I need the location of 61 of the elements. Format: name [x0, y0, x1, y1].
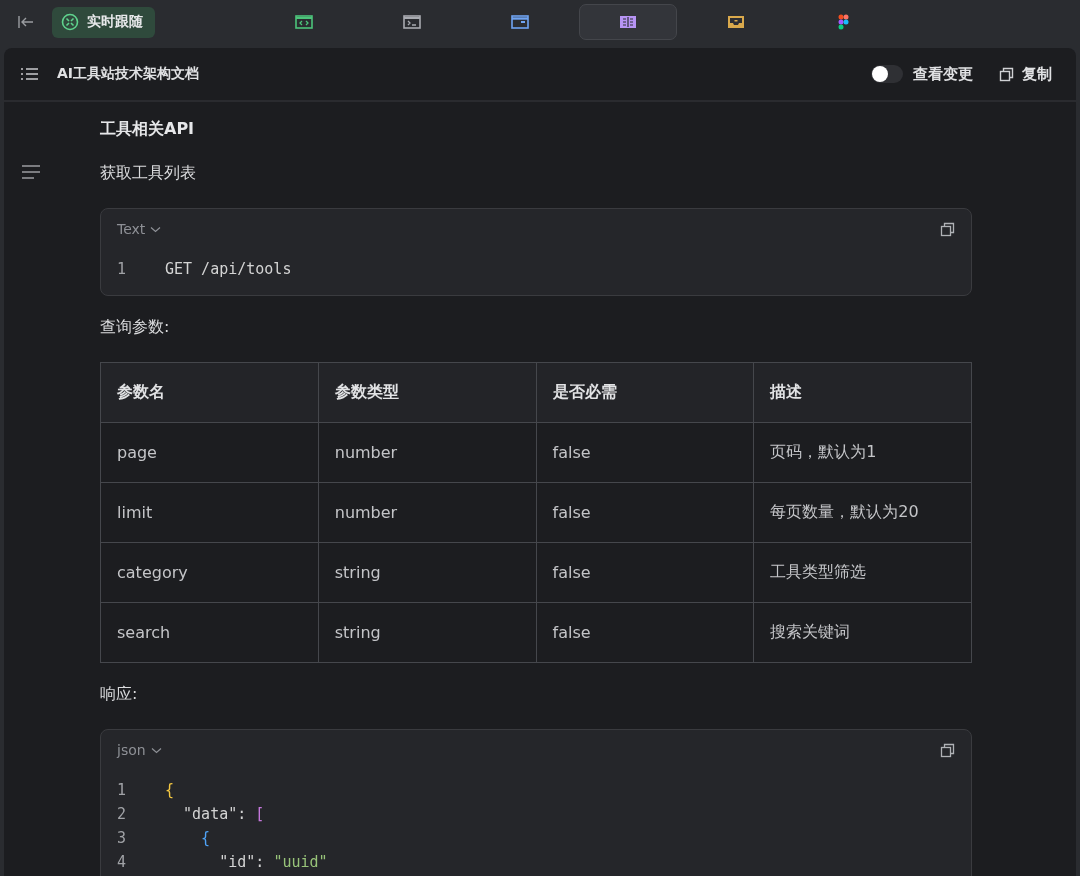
code-token: "uuid": [273, 853, 328, 871]
table-cell: false: [536, 602, 754, 663]
copy-icon: [940, 221, 955, 237]
code-token: "data":: [182, 805, 248, 823]
view-changes-toggle[interactable]: [871, 65, 903, 83]
document-title: AI工具站技术架构文档: [57, 65, 200, 83]
line-number: 3: [117, 828, 128, 849]
table-cell: 工具类型筛选: [753, 542, 972, 603]
code-window-icon: [295, 14, 313, 30]
toolbar-tab[interactable]: [579, 4, 677, 40]
table-cell: number: [318, 422, 536, 483]
chevron-down-icon: [150, 225, 162, 233]
table-cell: 每页数量，默认为20: [753, 482, 972, 543]
language-selector[interactable]: json: [117, 742, 162, 758]
code-token: [: [255, 805, 265, 823]
outline-icon[interactable]: [21, 165, 41, 179]
column-header: 是否必需: [536, 362, 754, 423]
subsection-heading: 获取工具列表: [100, 162, 197, 184]
follow-button[interactable]: 实时跟随: [52, 6, 155, 38]
document-icon: [619, 14, 637, 30]
window-icon: [511, 14, 529, 30]
code-token: {: [165, 781, 175, 799]
table-cell: number: [318, 482, 536, 543]
table-cell: false: [536, 542, 754, 603]
table-cell: limit: [100, 482, 319, 543]
table-cell: false: [536, 422, 754, 483]
copy-button[interactable]: 复制: [999, 64, 1052, 84]
line-number: 1: [117, 780, 128, 801]
table-cell: 搜索关键词: [753, 602, 972, 663]
table-cell: 页码，默认为1: [753, 422, 972, 483]
column-header: 参数名: [100, 362, 319, 423]
table-cell: category: [100, 542, 319, 603]
crosshair-icon: [61, 13, 79, 31]
table-cell: page: [100, 422, 319, 483]
table-cell: string: [318, 602, 536, 663]
terminal-icon: [403, 14, 421, 30]
menu-button[interactable]: [20, 66, 39, 82]
copy-code-button[interactable]: [940, 742, 955, 758]
code-token: GET /api/tools: [165, 260, 292, 278]
line-number: 2: [117, 804, 128, 825]
copy-icon: [940, 742, 955, 758]
table-cell: string: [318, 542, 536, 603]
tray-icon: [727, 14, 745, 30]
section-label: 查询参数:: [100, 316, 171, 338]
column-header: 参数类型: [318, 362, 536, 423]
table-cell: false: [536, 482, 754, 543]
copy-code-button[interactable]: [940, 221, 955, 237]
code-token: {: [200, 829, 211, 847]
line-number: 4: [117, 852, 128, 873]
section-label: 响应:: [100, 683, 139, 705]
table-cell: search: [100, 602, 319, 663]
language-selector[interactable]: Text: [117, 221, 162, 237]
line-number: 1: [117, 259, 128, 280]
code-token: "id":: [218, 853, 266, 871]
copy-icon: [999, 66, 1014, 82]
collapse-icon: [17, 14, 35, 30]
chevron-down-icon: [150, 746, 162, 754]
column-header: 描述: [753, 362, 972, 423]
section-heading: 工具相关API: [100, 118, 196, 140]
toggle-label: 查看变更: [913, 64, 973, 84]
menu-icon: [20, 66, 39, 82]
